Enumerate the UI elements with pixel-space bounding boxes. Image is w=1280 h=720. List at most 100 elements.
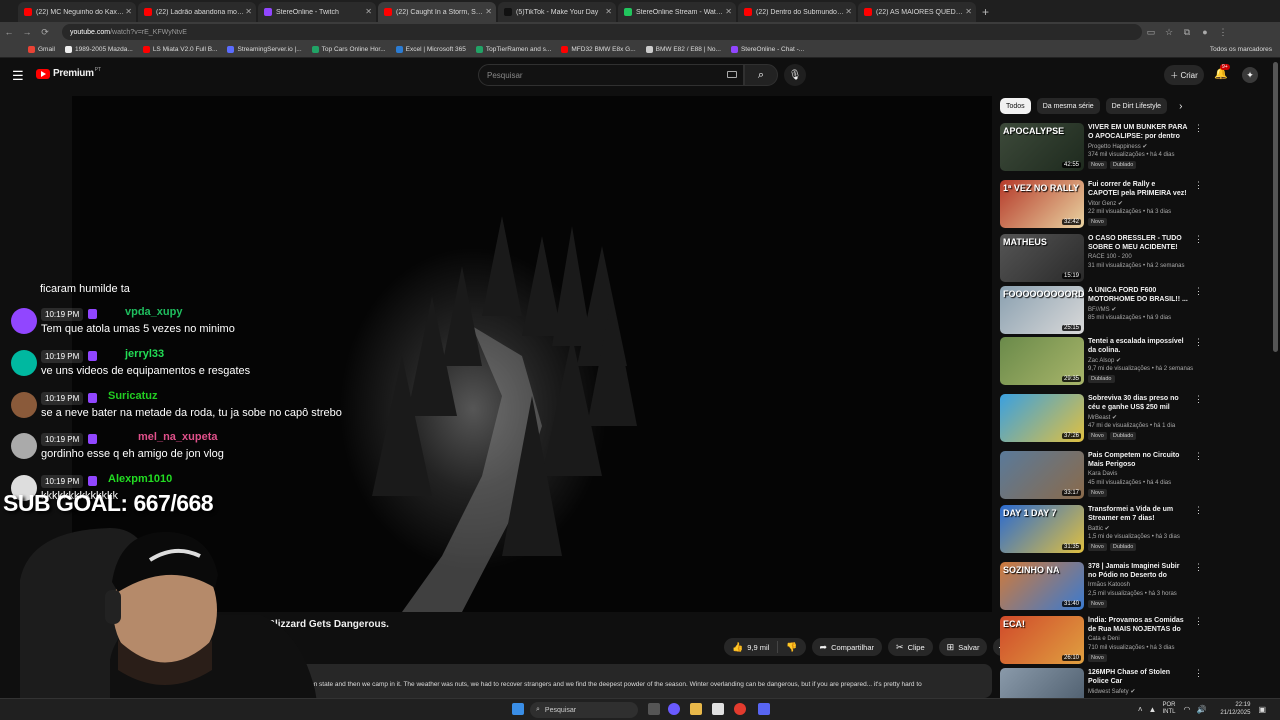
bookmark-item[interactable]: BMW E82 / E88 | No... <box>645 46 721 53</box>
tab-close-icon[interactable]: ✕ <box>365 7 372 16</box>
bookmark-item[interactable]: Excel | Microsoft 365 <box>395 46 466 53</box>
recommended-video[interactable]: ECA! 26:10 Índia: Provamos as Comidas de R… <box>1000 616 1272 668</box>
video-thumbnail[interactable]: 37:26 <box>1000 394 1084 442</box>
video-thumbnail[interactable]: 1ª VEZ NO RALLY 32:42 <box>1000 180 1084 228</box>
recommended-title[interactable]: Transformei a Vida de um Streamer em 7 d… <box>1088 505 1188 523</box>
recommended-title[interactable]: Tentei a escalada impossível da colina. <box>1088 337 1188 355</box>
bookmark-item[interactable]: Gmail <box>28 46 55 53</box>
channel-name[interactable]: Irmãos Katoosh <box>1088 582 1130 588</box>
filter-chip[interactable]: De Dirt Lifestyle <box>1105 98 1168 114</box>
recommended-video[interactable]: 1ª VEZ NO RALLY 32:42 Fui correr de Rally … <box>1000 180 1272 232</box>
store-icon[interactable] <box>712 703 724 715</box>
tray-app-icon[interactable]: ▲ <box>1149 705 1157 714</box>
recommended-video[interactable]: APOCALYPSE 42:55 VIVER EM UM BUNKER PARA O… <box>1000 123 1272 175</box>
recommended-video[interactable]: MATHEUS 15:19 O CASO DRESSLER - TUDO SOBRE… <box>1000 234 1272 286</box>
clock[interactable]: 22:19 21/12/2025 <box>1220 701 1250 717</box>
voice-search-button[interactable]: 🎙 <box>784 64 806 86</box>
recommended-title[interactable]: O CASO DRESSLER - TUDO SOBRE O MEU ACIDE… <box>1088 234 1188 252</box>
search-button[interactable]: ⌕ <box>744 64 778 86</box>
bookmark-item[interactable]: MFD32 BMW E8x G... <box>561 46 636 53</box>
channel-name[interactable]: Midwest Safety ✔ <box>1088 688 1135 695</box>
browser-tab[interactable]: StereOnline - Twitch ✕ <box>258 2 376 22</box>
tab-close-icon[interactable]: ✕ <box>605 7 612 16</box>
tab-close-icon[interactable]: ✕ <box>245 7 252 16</box>
volume-icon[interactable]: 🔊 <box>1196 705 1206 714</box>
browser-tab[interactable]: (22) MC Neguinho do Kaxeta - ✕ <box>18 2 136 22</box>
recommended-title[interactable]: 126MPH Chase of Stolen Police Car <box>1088 668 1188 686</box>
more-options-icon[interactable]: ⋮ <box>1194 668 1203 679</box>
save-button[interactable]: ⊞ Salvar <box>938 638 988 656</box>
browser-menu-icon[interactable]: ⋮ <box>1214 27 1232 38</box>
forward-icon[interactable]: → <box>18 27 36 37</box>
keyboard-icon[interactable] <box>727 71 737 78</box>
browser-tab[interactable]: (5)TikTok - Make Your Day ✕ <box>498 2 616 22</box>
channel-name[interactable]: Vitor Genz ✔ <box>1088 200 1123 207</box>
recommended-title[interactable]: A ÚNICA FORD F600 MOTORHOME DO BRASIL!! … <box>1088 286 1188 304</box>
more-options-icon[interactable]: ⋮ <box>1194 337 1203 348</box>
video-thumbnail[interactable]: 33:17 <box>1000 451 1084 499</box>
browser-tab[interactable]: StereOnline Stream - Watch Li ✕ <box>618 2 736 22</box>
all-bookmarks-link[interactable]: Todos os marcadores <box>1210 46 1272 53</box>
channel-name[interactable]: Cata e Deni <box>1088 636 1120 642</box>
video-thumbnail[interactable]: 29:35 <box>1000 337 1084 385</box>
recommended-title[interactable]: 378 | Jamais Imaginei Subir no Pódio no … <box>1088 562 1188 580</box>
tray-chevron-icon[interactable]: ˄ <box>1138 705 1143 714</box>
recommended-video[interactable]: 37:26 Sobreviva 30 dias preso no céu e ga… <box>1000 394 1272 446</box>
back-icon[interactable]: ← <box>0 27 18 37</box>
recommended-title[interactable]: Sobreviva 30 dias preso no céu e ganhe U… <box>1088 394 1188 412</box>
youtube-logo[interactable]: Premium PT <box>36 67 101 79</box>
bookmark-item[interactable]: StereOnline - Chat -... <box>730 46 804 53</box>
more-options-icon[interactable]: ⋮ <box>1194 234 1203 245</box>
more-options-icon[interactable]: ⋮ <box>1194 123 1203 134</box>
browser-tab[interactable]: (22) Dentro do Submundo Ileg ✕ <box>738 2 856 22</box>
account-avatar[interactable]: ✦ <box>1242 67 1258 83</box>
chevron-right-icon[interactable]: › <box>1179 101 1182 112</box>
chrome-icon[interactable] <box>734 703 746 715</box>
create-button[interactable]: ＋ Criar <box>1164 65 1204 85</box>
channel-name[interactable]: Zac Alsop ✔ <box>1088 357 1121 364</box>
notifications-button[interactable]: 🔔 9+ <box>1214 64 1230 80</box>
more-options-icon[interactable]: ⋮ <box>1194 180 1203 191</box>
more-options-icon[interactable]: ⋮ <box>1194 286 1203 297</box>
video-thumbnail[interactable]: ECA! 26:10 <box>1000 616 1084 664</box>
language-indicator[interactable]: POR INTL <box>1162 702 1175 716</box>
more-options-icon[interactable]: ⋮ <box>1194 616 1203 627</box>
taskbar-search[interactable]: ⌕ Pesquisar <box>530 702 638 718</box>
search-input[interactable]: Pesquisar <box>478 64 744 86</box>
notification-center-icon[interactable]: ▣ <box>1258 705 1266 714</box>
more-options-icon[interactable]: ⋮ <box>1194 451 1203 462</box>
file-explorer-icon[interactable] <box>690 703 702 715</box>
share-button[interactable]: ➦ Compartilhar <box>811 638 883 656</box>
filter-chip[interactable]: Todos <box>1000 98 1031 114</box>
url-field[interactable]: youtube.com/watch?v=rE_KFWyNtvE <box>62 24 1142 40</box>
reload-icon[interactable]: ⟳ <box>36 27 54 38</box>
extensions-icon[interactable]: ⧉ <box>1178 27 1196 38</box>
more-options-icon[interactable]: ⋮ <box>1194 394 1203 405</box>
browser-tab[interactable]: (22) Ladrão abandona moto n ✕ <box>138 2 256 22</box>
channel-name[interactable]: BF///MS ✔ <box>1088 306 1116 313</box>
tab-close-icon[interactable]: ✕ <box>125 7 132 16</box>
recommended-title[interactable]: Índia: Provamos as Comidas de Rua MAIS N… <box>1088 616 1188 634</box>
channel-name[interactable]: Progetto Happiness ✔ <box>1088 143 1147 150</box>
more-options-icon[interactable]: ⋮ <box>1194 562 1203 573</box>
filter-chip[interactable]: Da mesma série <box>1036 98 1100 114</box>
channel-name[interactable]: Battic ✔ <box>1088 525 1110 532</box>
video-thumbnail[interactable]: FOOOOOOOOORD 25:15 <box>1000 286 1084 334</box>
bookmark-item[interactable]: StreamingServer.io |... <box>227 46 302 53</box>
tab-close-icon[interactable]: ✕ <box>485 7 492 16</box>
recommended-video[interactable]: 29:35 Tentei a escalada impossível da col… <box>1000 337 1272 389</box>
recommended-video[interactable]: DAY 1 DAY 7 31:35 Transformei a Vida de um… <box>1000 505 1272 557</box>
bookmark-item[interactable]: TopTierRamen and s... <box>475 46 551 53</box>
video-thumbnail[interactable]: SOZINHO NA 31:40 <box>1000 562 1084 610</box>
hamburger-menu-icon[interactable]: ☰ <box>12 68 24 84</box>
copilot-icon[interactable] <box>668 703 680 715</box>
bookmark-item[interactable]: Top Cars Online Hor... <box>311 46 386 53</box>
recommended-video[interactable]: SOZINHO NA 31:40 378 | Jamais Imaginei Sub… <box>1000 562 1272 614</box>
channel-name[interactable]: RACE 100 - 200 <box>1088 254 1132 260</box>
recommended-title[interactable]: Pais Competem no Circuito Mais Perigoso <box>1088 451 1188 469</box>
like-button[interactable]: 👍 9,9 mil <box>724 641 779 653</box>
video-thumbnail[interactable]: MATHEUS 15:19 <box>1000 234 1084 282</box>
recommended-title[interactable]: Fui correr de Rally e CAPOTEI pela PRIME… <box>1088 180 1188 198</box>
tab-close-icon[interactable]: ✕ <box>725 7 732 16</box>
browser-tab[interactable]: (22) Caught In a Storm, Snow C✕ <box>378 2 496 22</box>
